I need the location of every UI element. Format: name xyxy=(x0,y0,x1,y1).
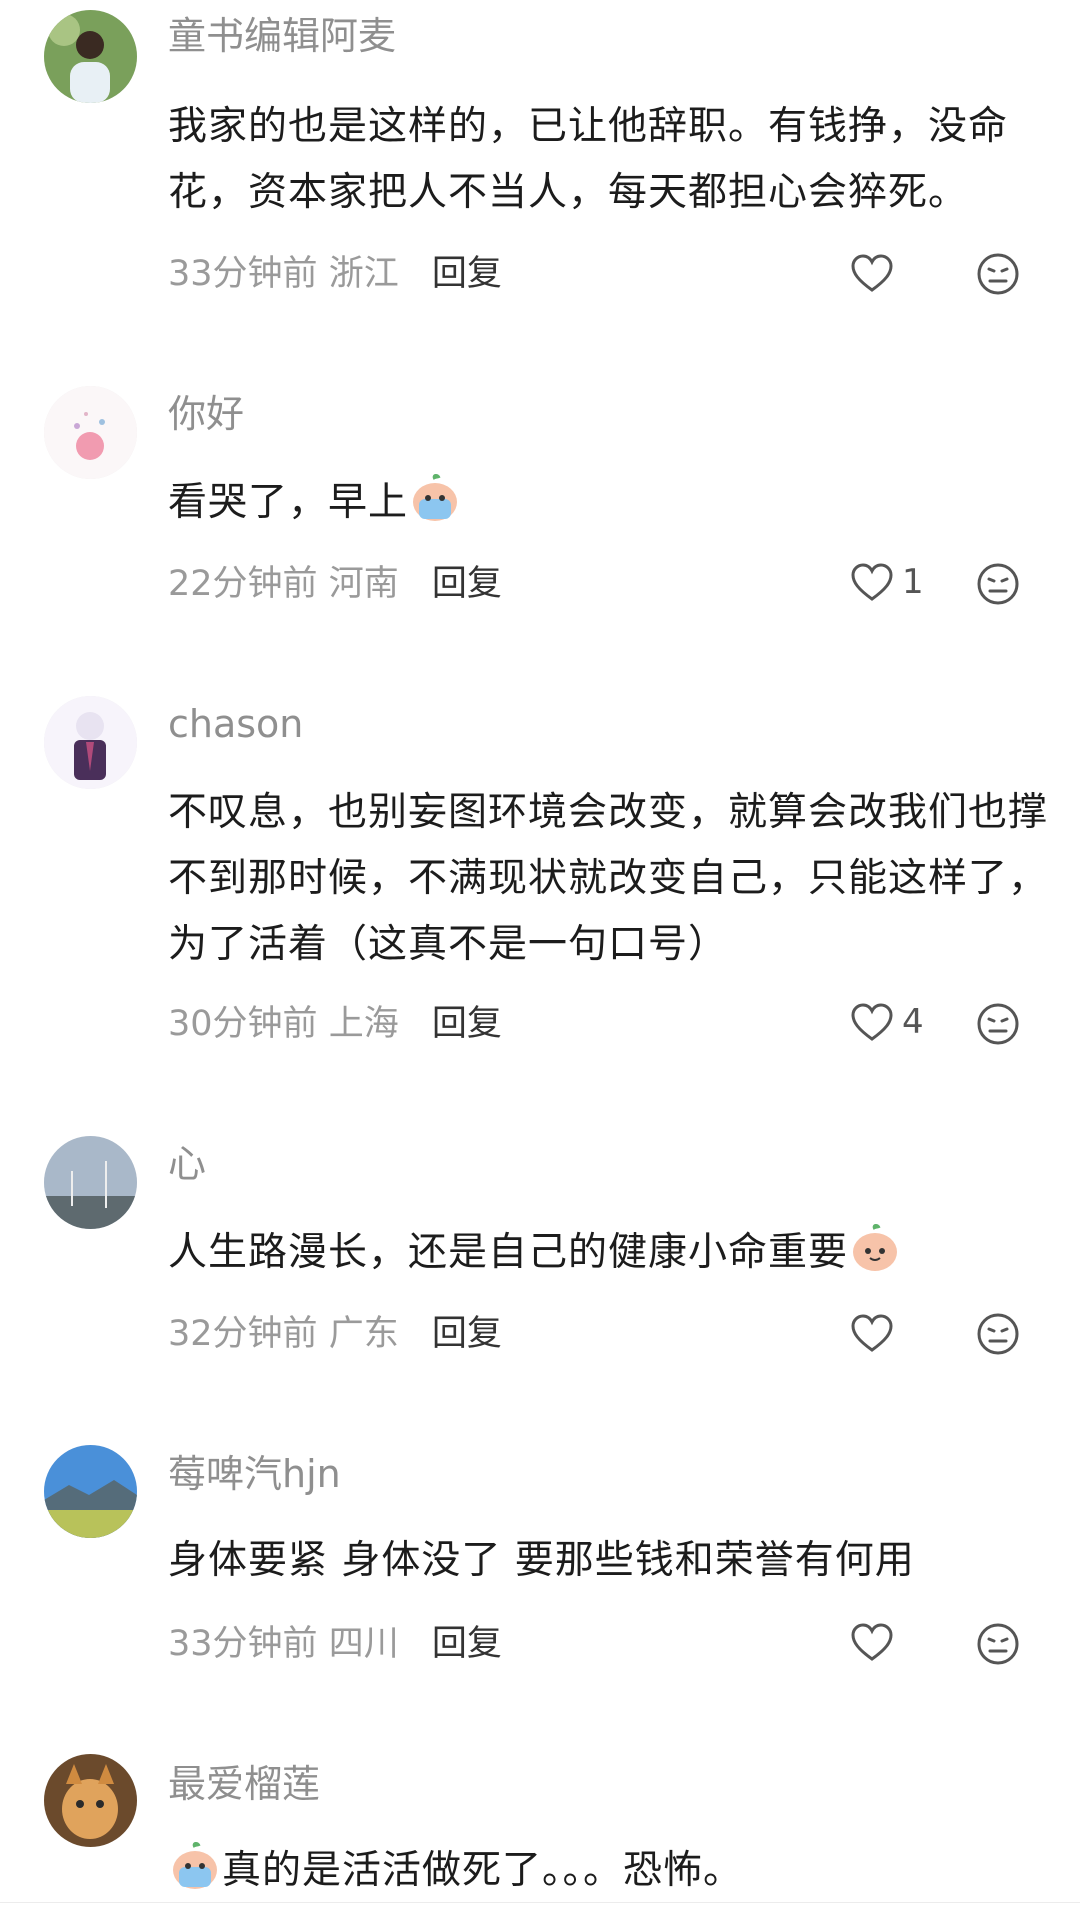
comment-location: 广东 xyxy=(328,1314,399,1354)
username[interactable]: 心 xyxy=(168,1140,206,1188)
neutral-face-icon xyxy=(977,563,1019,605)
neutral-face-icon xyxy=(977,253,1019,295)
comment-time: 22分钟前 xyxy=(168,564,318,604)
neutral-face-icon xyxy=(977,1003,1019,1045)
comment-location: 河南 xyxy=(328,564,399,604)
more-button[interactable] xyxy=(976,562,1020,606)
reply-button[interactable]: 回复 xyxy=(432,564,502,604)
reply-button[interactable]: 回复 xyxy=(432,1004,502,1044)
reply-button[interactable]: 回复 xyxy=(432,1624,502,1664)
comment-meta: 33分钟前 浙江 回复 xyxy=(168,252,502,296)
more-button[interactable] xyxy=(976,1312,1020,1356)
more-button[interactable] xyxy=(976,252,1020,296)
divider xyxy=(0,1902,1080,1903)
comment-meta: 30分钟前 上海 回复 xyxy=(168,1002,502,1046)
more-button[interactable] xyxy=(976,1002,1020,1046)
heart-outline-icon xyxy=(851,563,893,601)
comment-meta: 33分钟前 四川 回复 xyxy=(168,1622,502,1666)
comment-text: 人生路漫长，还是自己的健康小命重要 xyxy=(168,1220,1048,1286)
comment-time: 30分钟前 xyxy=(168,1004,318,1044)
comment-location: 浙江 xyxy=(328,254,399,294)
comment-time: 33分钟前 xyxy=(168,254,318,294)
like-button[interactable]: 4 xyxy=(850,998,924,1046)
comment-location: 上海 xyxy=(328,1004,399,1044)
like-button[interactable] xyxy=(850,1618,902,1666)
comment-text: 我家的也是这样的，已让他辞职。有钱挣，没命花，资本家把人不当人，每天都担心会猝死… xyxy=(168,104,1009,215)
comment-meta: 32分钟前 广东 回复 xyxy=(168,1312,502,1356)
avatar[interactable] xyxy=(44,1754,137,1847)
like-button[interactable] xyxy=(850,1309,902,1357)
like-count: 4 xyxy=(902,1002,924,1042)
avatar[interactable] xyxy=(44,1136,137,1229)
comment-time: 33分钟前 xyxy=(168,1624,318,1664)
username[interactable]: 莓啤汽hjn xyxy=(168,1450,341,1498)
avatar[interactable] xyxy=(44,696,137,789)
heart-outline-icon xyxy=(851,1314,893,1352)
comment-text: 真的是活活做死了。。。恐怖。 xyxy=(168,1838,1048,1904)
crying-peach-emoji xyxy=(173,1842,217,1889)
comment-text: 身体要紧 身体没了 要那些钱和荣誉有何用 xyxy=(168,1538,915,1583)
username[interactable]: 你好 xyxy=(168,390,244,438)
comment-time: 32分钟前 xyxy=(168,1314,318,1354)
crying-peach-emoji xyxy=(413,474,458,521)
avatar[interactable] xyxy=(44,10,137,103)
neutral-face-icon xyxy=(977,1623,1019,1665)
neutral-face-icon xyxy=(977,1313,1019,1355)
username[interactable]: 最爱榴莲 xyxy=(168,1760,320,1808)
username[interactable]: 童书编辑阿麦 xyxy=(168,12,396,60)
heart-outline-icon xyxy=(851,1623,893,1661)
more-button[interactable] xyxy=(976,1622,1020,1666)
avatar[interactable] xyxy=(44,1445,137,1538)
like-count: 1 xyxy=(902,562,924,602)
comment-location: 四川 xyxy=(328,1624,399,1664)
comment-text: 不叹息，也别妄图环境会改变，就算会改我们也撑不到那时候，不满现状就改变自己，只能… xyxy=(168,790,1049,967)
comment-text: 看哭了，早上 xyxy=(168,470,1048,536)
like-button[interactable]: 1 xyxy=(850,558,924,606)
heart-outline-icon xyxy=(851,254,893,292)
reply-button[interactable]: 回复 xyxy=(432,1314,502,1354)
smiling-peach-emoji xyxy=(853,1224,898,1271)
username[interactable]: chason xyxy=(168,700,303,748)
heart-outline-icon xyxy=(851,1003,893,1041)
avatar[interactable] xyxy=(44,386,137,479)
comment-meta: 22分钟前 河南 回复 xyxy=(168,562,502,606)
reply-button[interactable]: 回复 xyxy=(432,254,502,294)
like-button[interactable] xyxy=(850,249,902,297)
